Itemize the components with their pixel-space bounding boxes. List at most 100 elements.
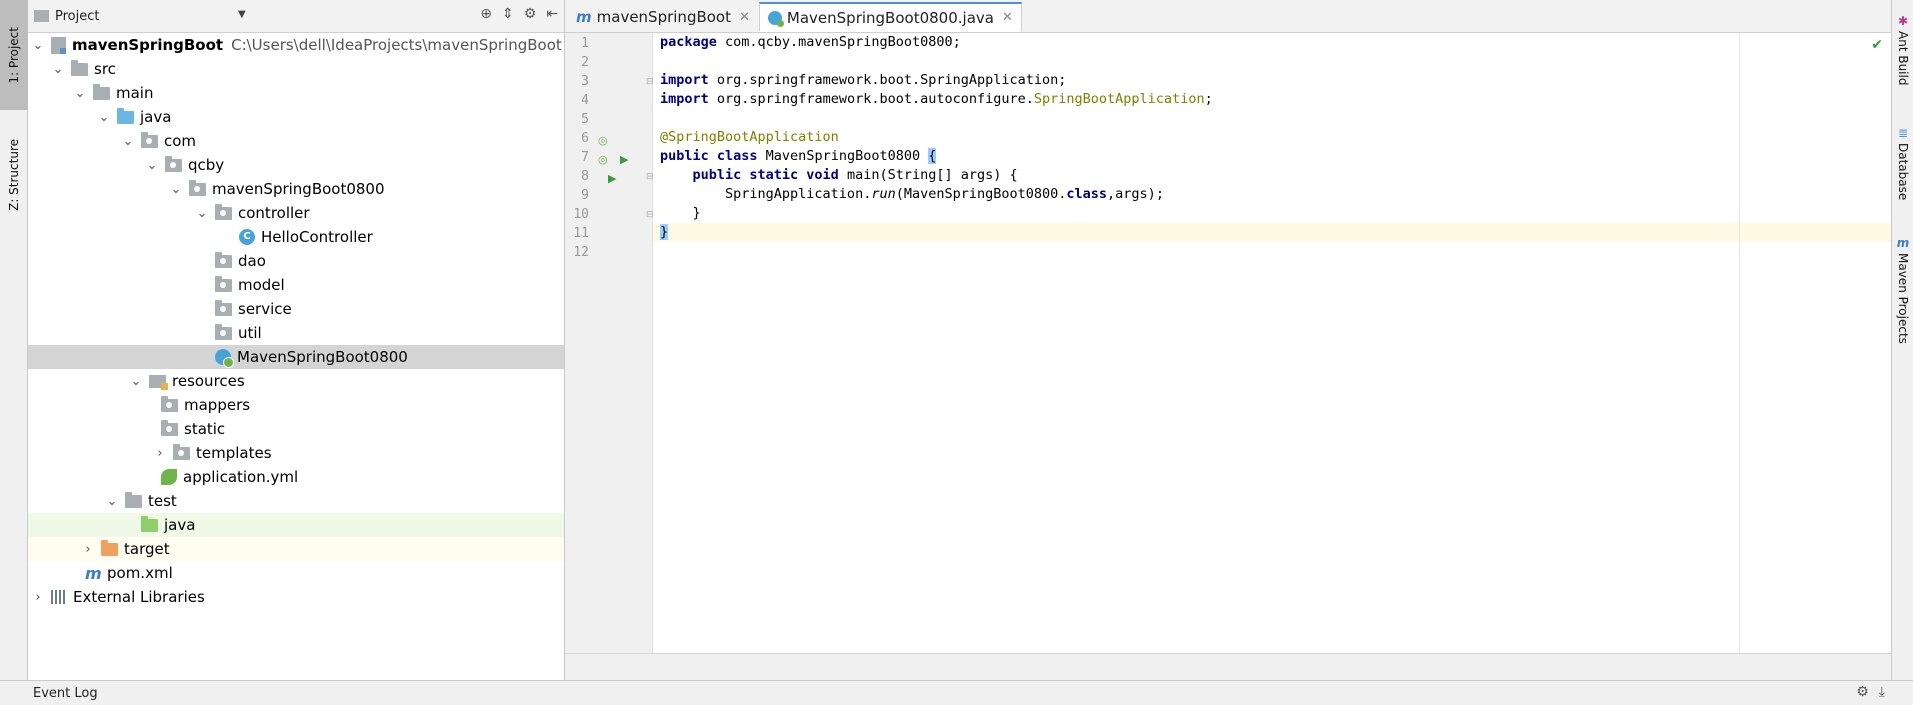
package-icon <box>215 323 232 340</box>
keyword: import <box>660 91 709 107</box>
tree-item-label: resources <box>172 372 245 390</box>
tree-item-static[interactable]: static <box>28 417 564 441</box>
tree-item-label: model <box>238 276 285 294</box>
tree-item-mappers[interactable]: mappers <box>28 393 564 417</box>
chevron-down-icon[interactable]: ⌄ <box>144 158 160 173</box>
tree-item-util[interactable]: util <box>28 321 564 345</box>
tree-item-package[interactable]: ⌄ mavenSpringBoot0800 <box>28 177 564 201</box>
chevron-down-icon[interactable]: ⌄ <box>30 38 46 53</box>
code-text: MavenSpringBoot0800 <box>757 148 929 164</box>
tree-item-templates[interactable]: › templates <box>28 441 564 465</box>
status-bar: Event Log ⚙ ⤓ <box>0 680 1913 705</box>
chevron-down-icon[interactable]: ⌄ <box>168 182 184 197</box>
chevron-right-icon[interactable]: › <box>152 446 168 461</box>
tab-mavenspringboot0800-java[interactable]: MavenSpringBoot0800.java ✕ <box>758 2 1022 32</box>
tree-item-qcby[interactable]: ⌄ qcby <box>28 153 564 177</box>
tab-ant-build[interactable]: ✱ Ant Build <box>1892 14 1913 85</box>
tree-item-label: java <box>164 516 196 534</box>
collapse-all-icon[interactable]: ⇕ <box>502 6 514 22</box>
line-number: 4 <box>581 93 589 108</box>
tree-item-com[interactable]: ⌄ com <box>28 129 564 153</box>
code-line: import org.springframework.boot.autoconf… <box>653 90 1891 109</box>
matched-brace: { <box>928 148 937 164</box>
tree-item-label: qcby <box>188 156 225 174</box>
run-icon[interactable]: ▶ <box>620 153 628 166</box>
code-text: org.springframework.boot.SpringApplicati… <box>708 72 1067 88</box>
project-tree: ⌄ mavenSpringBoot C:\Users\dell\IdeaProj… <box>28 33 564 609</box>
tree-item-label: templates <box>196 444 272 462</box>
chevron-down-icon[interactable]: ⌄ <box>96 110 112 125</box>
project-panel-header: Project ▼ ⊕ ⇕ ⚙ ⇤ <box>28 0 564 33</box>
chevron-down-icon[interactable]: ⌄ <box>128 374 144 389</box>
line-number: 1 <box>581 36 589 51</box>
package-icon <box>165 155 182 172</box>
chevron-down-icon[interactable]: ⌄ <box>194 206 210 221</box>
event-log-button[interactable]: Event Log <box>33 686 98 701</box>
spring-bean-gutter-icon[interactable]: ◎ <box>598 134 608 147</box>
code-editor: m mavenSpringBoot ✕ MavenSpringBoot0800.… <box>565 0 1891 680</box>
tree-item-root[interactable]: ⌄ mavenSpringBoot C:\Users\dell\IdeaProj… <box>28 33 564 57</box>
tree-item-model[interactable]: model <box>28 273 564 297</box>
code-area[interactable]: package com.qcby.mavenSpringBoot0800; im… <box>653 33 1891 653</box>
tree-item-resources[interactable]: ⌄ resources <box>28 369 564 393</box>
tree-item-dao[interactable]: dao <box>28 249 564 273</box>
chevron-down-icon[interactable]: ⌄ <box>50 62 66 77</box>
tree-item-src[interactable]: ⌄ src <box>28 57 564 81</box>
package-icon <box>189 179 206 196</box>
tab-database[interactable]: ≣ Database <box>1892 126 1913 200</box>
test-folder-icon <box>141 515 158 532</box>
run-icon[interactable]: ▶ <box>608 172 616 185</box>
tree-item-test[interactable]: ⌄ test <box>28 489 564 513</box>
tree-item-controller[interactable]: ⌄ controller <box>28 201 564 225</box>
tree-item-label: mavenSpringBoot0800 <box>212 180 385 198</box>
tree-item-hello-controller[interactable]: C HelloController <box>28 225 564 249</box>
gear-icon[interactable]: ⚙ <box>1856 684 1869 700</box>
tree-item-target[interactable]: › target <box>28 537 564 561</box>
line-number: 12 <box>573 245 589 260</box>
close-icon[interactable]: ✕ <box>1002 10 1013 25</box>
chevron-down-icon[interactable]: ⌄ <box>72 86 88 101</box>
view-dropdown-chevron-icon[interactable]: ▼ <box>238 9 246 20</box>
package-icon <box>215 275 232 292</box>
line-number: 3 <box>581 74 589 89</box>
chevron-right-icon[interactable]: › <box>80 542 96 557</box>
tree-item-label: External Libraries <box>73 588 205 606</box>
chevron-down-icon[interactable]: ⌄ <box>104 494 120 509</box>
folder-icon <box>173 443 190 460</box>
tree-item-service[interactable]: service <box>28 297 564 321</box>
tree-item-application-yml[interactable]: application.yml <box>28 465 564 489</box>
tree-item-main[interactable]: ⌄ main <box>28 81 564 105</box>
code-line: public static void main(String[] args) { <box>653 166 1891 185</box>
resources-folder-icon <box>149 374 168 390</box>
tree-item-label: static <box>184 420 226 438</box>
chevron-down-icon[interactable]: ⌄ <box>120 134 136 149</box>
project-folder-icon <box>34 10 49 22</box>
hide-panel-icon[interactable]: ⇤ <box>546 6 558 22</box>
tree-item-main-class[interactable]: MavenSpringBoot0800 <box>28 345 564 369</box>
close-icon[interactable]: ✕ <box>739 10 750 25</box>
tab-mavenspringboot[interactable]: m mavenSpringBoot ✕ <box>567 2 759 32</box>
spring-bean-gutter-icon[interactable]: ◎ <box>598 153 608 166</box>
chevron-right-icon[interactable]: › <box>30 590 46 605</box>
tree-item-java[interactable]: ⌄ java <box>28 105 564 129</box>
code-text: org.springframework.boot.autoconfigure. <box>708 91 1034 107</box>
tree-item-pom[interactable]: m pom.xml <box>28 561 564 585</box>
tree-item-external-libraries[interactable]: › External Libraries <box>28 585 564 609</box>
spring-boot-class-icon <box>767 10 784 27</box>
project-panel-title[interactable]: Project <box>55 9 99 24</box>
gear-icon[interactable]: ⚙ <box>524 6 537 22</box>
class-icon: C <box>239 229 255 245</box>
tree-item-label: HelloController <box>261 228 373 246</box>
tab-structure[interactable]: Z: Structure <box>0 125 28 225</box>
annotation-text: @SpringBootApplication <box>660 129 839 145</box>
package-icon <box>215 251 232 268</box>
tab-project[interactable]: 1: Project <box>0 0 28 110</box>
code-text: } <box>660 205 701 221</box>
code-text: ,args); <box>1107 186 1164 202</box>
source-folder-icon <box>117 107 134 124</box>
tree-item-test-java[interactable]: java <box>28 513 564 537</box>
locate-icon[interactable]: ⊕ <box>480 6 492 22</box>
tab-maven-projects[interactable]: m Maven Projects <box>1892 236 1913 344</box>
download-icon[interactable]: ⤓ <box>1879 684 1885 700</box>
package-icon <box>215 203 232 220</box>
